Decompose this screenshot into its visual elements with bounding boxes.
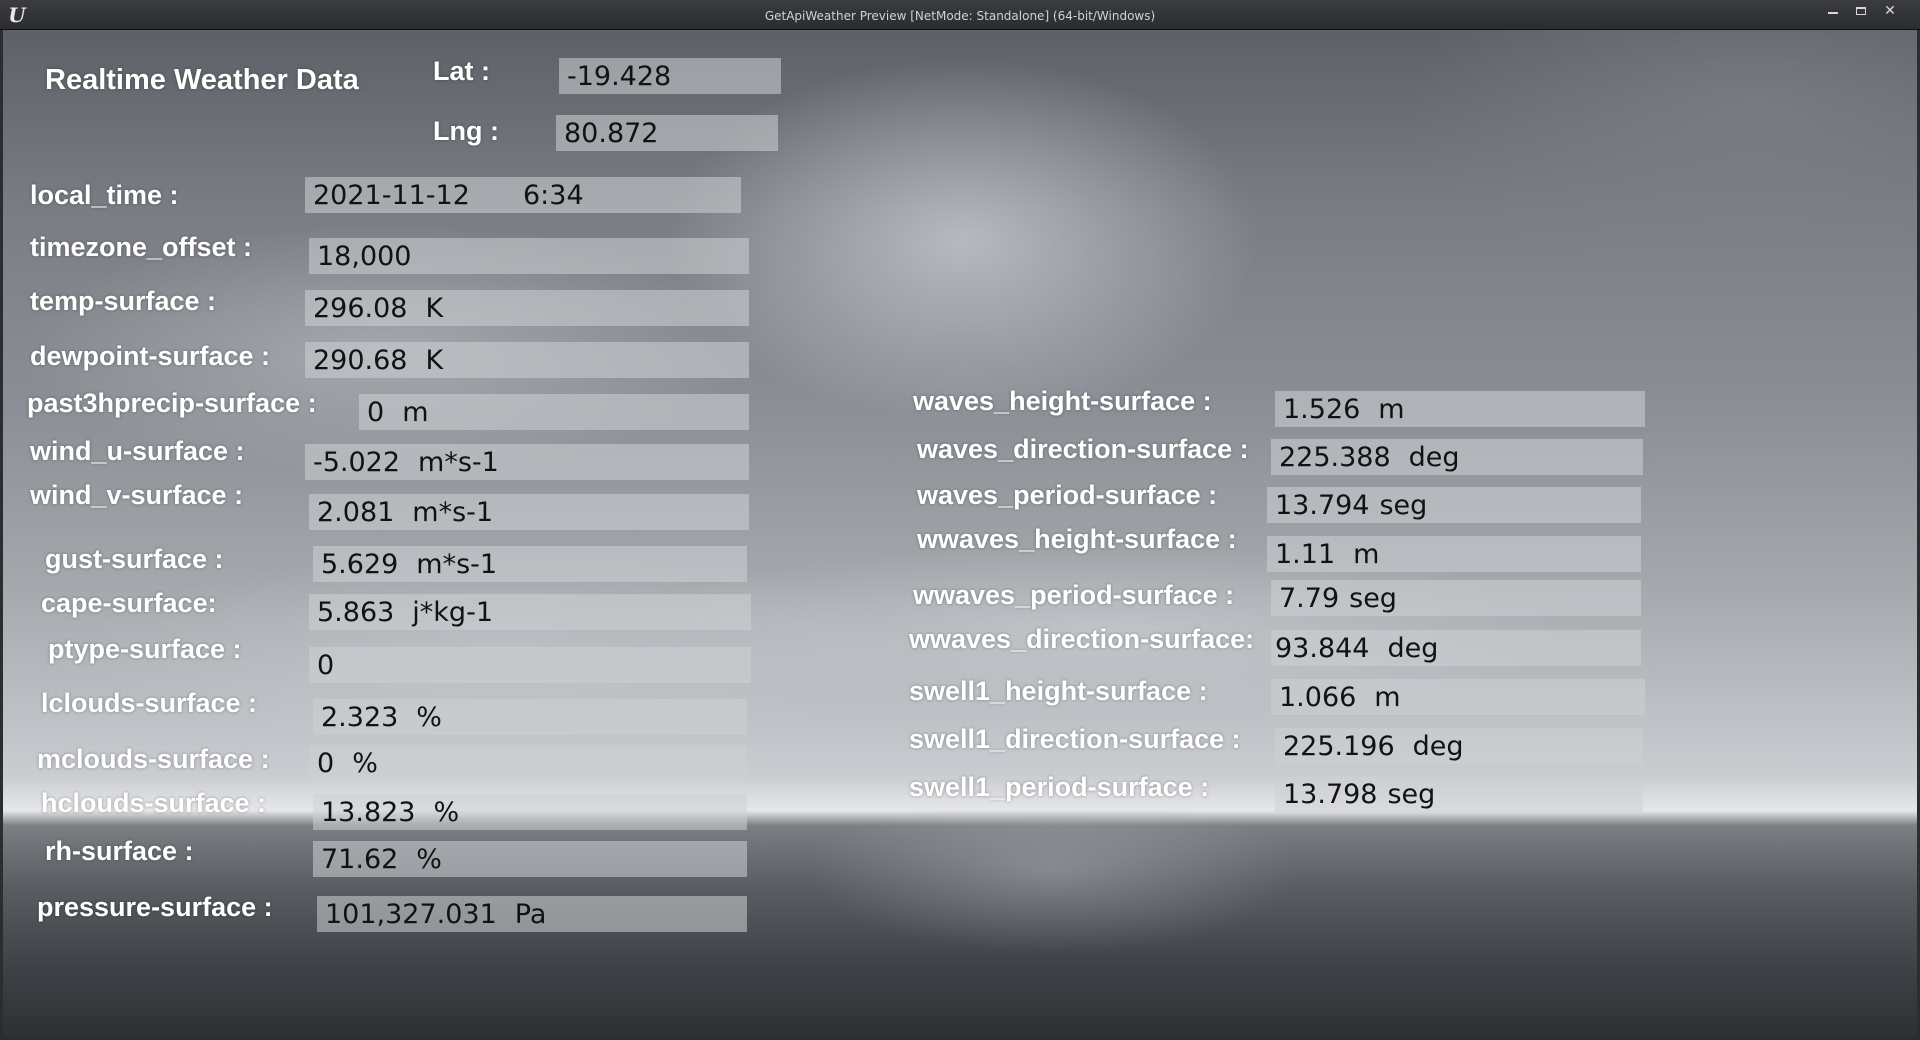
field-value-box: 5.629 m*s-1: [313, 546, 747, 582]
minimize-button[interactable]: [1818, 5, 1848, 19]
field-value: 290.68 K: [313, 345, 444, 376]
field-value-box: 13.823%: [313, 794, 747, 830]
field-value: 101,327.031 Pa: [325, 899, 547, 930]
field-value-box: 290.68 K: [305, 342, 749, 378]
page-title: Realtime Weather Data: [45, 64, 359, 96]
field-value-box: 0m: [359, 394, 749, 430]
field-value: -5.022 m*s-1: [313, 447, 499, 478]
field-label: wwaves_period-surface :: [913, 580, 1235, 610]
local-time-label: local_time :: [30, 180, 179, 210]
field-value: 71.62%: [321, 844, 442, 875]
local-time-box: 6:34: [515, 177, 741, 213]
maximize-icon: [1856, 7, 1866, 15]
field-value: 0%: [317, 748, 378, 779]
field-value: 5.863 j*kg-1: [317, 597, 493, 628]
lng-value-box: 80.872: [556, 115, 778, 151]
field-value-box: 1.526 m: [1275, 391, 1645, 427]
field-value: 296.08 K: [313, 293, 444, 324]
minimize-icon: [1828, 12, 1838, 14]
field-value-box: -5.022 m*s-1: [305, 444, 749, 480]
field-value: 13.794 seg: [1275, 490, 1428, 521]
field-label: wwaves_direction-surface:: [909, 624, 1255, 654]
field-value-box: 1.11 m: [1267, 536, 1641, 572]
local-date-value: 2021-11-12: [313, 180, 470, 211]
field-label: wind_u-surface :: [30, 436, 245, 466]
window-title-bar[interactable]: U GetApiWeather Preview [NetMode: Standa…: [0, 0, 1920, 30]
field-label: waves_direction-surface :: [917, 434, 1249, 464]
local-time-value: 6:34: [523, 180, 584, 211]
field-label: hclouds-surface :: [41, 788, 267, 818]
field-value: 0m: [367, 397, 429, 428]
field-value-box: 0: [309, 647, 751, 683]
field-value: 1.11 m: [1275, 539, 1380, 570]
field-value-box: 18,000: [309, 238, 749, 274]
field-value: 1.066 m: [1279, 682, 1401, 713]
field-value-box: 0%: [309, 745, 747, 781]
field-label: timezone_offset :: [30, 232, 253, 262]
maximize-button[interactable]: [1846, 5, 1876, 19]
field-label: waves_height-surface :: [913, 386, 1212, 416]
field-value-box: 5.863 j*kg-1: [309, 594, 751, 630]
field-value-box: 2.081 m*s-1: [309, 494, 749, 530]
field-label: dewpoint-surface :: [30, 341, 271, 371]
field-label: swell1_height-surface :: [909, 676, 1208, 706]
field-value: 18,000: [317, 241, 412, 272]
field-value-box: 71.62%: [313, 841, 747, 877]
field-label: rh-surface :: [45, 836, 194, 866]
field-label: swell1_period-surface :: [909, 772, 1210, 802]
field-value-box: 225.388 deg: [1271, 439, 1643, 475]
lat-value-box: -19.428: [559, 58, 781, 94]
field-label: wind_v-surface :: [30, 480, 244, 510]
lat-label: Lat :: [433, 56, 490, 86]
game-viewport[interactable]: Realtime Weather Data Lat : -19.428 Lng …: [0, 30, 1920, 1040]
field-label: lclouds-surface :: [41, 688, 258, 718]
field-value: 0: [317, 650, 335, 681]
field-value: 5.629 m*s-1: [321, 549, 498, 580]
field-value-box: 7.79 seg: [1271, 580, 1641, 616]
field-value-box: 93.844 deg: [1271, 630, 1641, 666]
field-value: 2.323%: [321, 702, 442, 733]
lat-value: -19.428: [567, 61, 672, 92]
field-value: 2.081 m*s-1: [317, 497, 494, 528]
sea-reflection: [703, 810, 1403, 1037]
field-value: 13.798 seg: [1283, 779, 1436, 810]
field-value-box: 225.196 deg: [1275, 728, 1643, 764]
field-label: mclouds-surface :: [37, 744, 270, 774]
field-label: swell1_direction-surface :: [909, 724, 1241, 754]
field-label: gust-surface :: [45, 544, 224, 574]
field-value: 7.79 seg: [1279, 583, 1397, 614]
field-value: 225.388 deg: [1279, 442, 1460, 473]
field-label: past3hprecip-surface :: [27, 388, 317, 418]
field-label: pressure-surface :: [37, 892, 273, 922]
field-label: temp-surface :: [30, 286, 217, 316]
field-label: waves_period-surface :: [917, 480, 1218, 510]
field-label: wwaves_height-surface :: [917, 524, 1237, 554]
field-value-box: 13.794 seg: [1267, 487, 1641, 523]
field-label: cape-surface:: [41, 588, 217, 618]
field-value: 93.844 deg: [1275, 633, 1439, 664]
lng-label: Lng :: [433, 116, 499, 146]
field-value: 225.196 deg: [1283, 731, 1464, 762]
field-value-box: 13.798 seg: [1275, 776, 1643, 812]
field-value-box: 101,327.031 Pa: [317, 896, 747, 932]
field-label: ptype-surface :: [48, 634, 242, 664]
field-value: 13.823%: [321, 797, 460, 828]
lng-value: 80.872: [564, 118, 659, 149]
field-value-box: 296.08 K: [305, 290, 749, 326]
field-value: 1.526 m: [1283, 394, 1405, 425]
close-icon: ✕: [1884, 3, 1896, 19]
local-date-box: 2021-11-12: [305, 177, 515, 213]
field-value-box: 2.323%: [313, 699, 747, 735]
close-button[interactable]: ✕: [1875, 3, 1905, 19]
window-title: GetApiWeather Preview [NetMode: Standalo…: [764, 9, 1156, 23]
field-value-box: 1.066 m: [1271, 679, 1645, 715]
